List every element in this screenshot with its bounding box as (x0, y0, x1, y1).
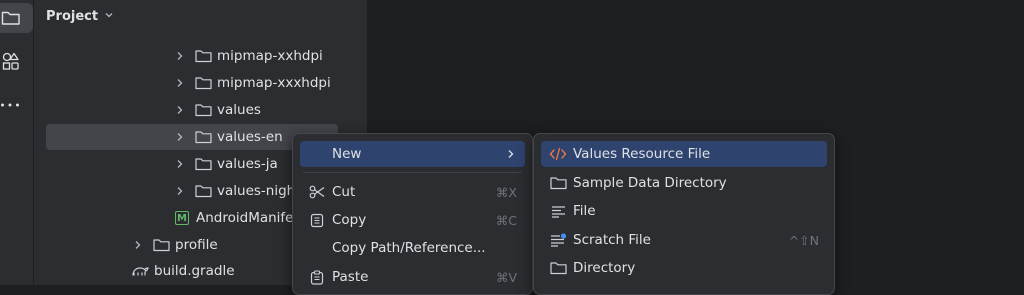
menu-item-copy-path[interactable]: Copy Path/Reference... (300, 235, 525, 261)
folder-icon (193, 103, 213, 117)
folder-icon (547, 176, 569, 190)
panel-title: Project (46, 9, 99, 24)
folder-icon (547, 261, 569, 275)
tree-item-label: profile (175, 237, 218, 253)
menu-item-label: Values Resource File (573, 146, 711, 162)
tree-item-label: mipmap-xxhdpi (217, 48, 323, 64)
folder-icon (1, 10, 21, 26)
tree-item-label: mipmap-xxxhdpi (217, 75, 331, 91)
menu-item-paste[interactable]: Paste ⌘V (300, 264, 525, 290)
tree-item-label: values-nigh (217, 183, 296, 199)
manifest-icon: M (172, 211, 192, 225)
scratch-file-icon (547, 233, 569, 247)
menu-separator (303, 172, 522, 173)
menu-item-directory[interactable]: Directory (541, 255, 827, 281)
folder-icon (193, 49, 213, 63)
folder-icon (193, 157, 213, 171)
shortcut-label: ⌘C (495, 212, 517, 228)
tree-item-label: values (217, 102, 261, 118)
shapes-icon (1, 51, 21, 71)
tool-window-strip (0, 0, 34, 285)
manifest-letter: M (175, 211, 189, 225)
tree-row-mipmap-xxxhdpi[interactable]: mipmap-xxxhdpi (46, 70, 367, 96)
resource-manager-tool-button[interactable] (0, 46, 33, 76)
menu-item-label: File (573, 203, 596, 219)
folder-icon (193, 76, 213, 90)
tree-item-label: build.gradle (154, 263, 235, 279)
chevron-right-icon[interactable] (172, 51, 188, 61)
tree-item-label: AndroidManife (196, 210, 294, 226)
menu-item-sample-data-directory[interactable]: Sample Data Directory (541, 170, 827, 196)
context-menu: New Cut ⌘X Copy ⌘C Copy Path/Reference..… (292, 133, 533, 295)
chevron-right-icon[interactable] (172, 186, 188, 196)
tree-item-label: values-ja (217, 156, 278, 172)
tree-item-label: values-en (217, 129, 283, 145)
more-icon (0, 102, 20, 108)
chevron-right-icon[interactable] (172, 78, 188, 88)
shortcut-label: ^⇧N (788, 232, 819, 248)
menu-item-label: Sample Data Directory (573, 175, 727, 191)
chevron-right-icon[interactable] (172, 105, 188, 115)
menu-item-label: Paste (332, 269, 369, 285)
paste-icon (306, 269, 328, 285)
xml-code-icon (547, 147, 569, 161)
tree-row-mipmap-xxhdpi[interactable]: mipmap-xxhdpi (46, 43, 367, 69)
more-tools-button[interactable] (0, 90, 33, 120)
chevron-right-icon[interactable] (172, 159, 188, 169)
new-submenu: Values Resource File Sample Data Directo… (533, 133, 835, 295)
chevron-right-icon[interactable] (130, 240, 146, 250)
shortcut-label: ⌘V (495, 269, 517, 285)
folder-icon (193, 130, 213, 144)
menu-item-copy[interactable]: Copy ⌘C (300, 207, 525, 233)
menu-item-label: Copy Path/Reference... (332, 240, 486, 256)
folder-icon (193, 184, 213, 198)
shortcut-label: ⌘X (495, 184, 517, 200)
menu-item-label: Directory (573, 260, 636, 276)
menu-item-values-resource-file[interactable]: Values Resource File (541, 141, 827, 167)
menu-item-scratch-file[interactable]: Scratch File ^⇧N (541, 227, 827, 253)
text-file-icon (547, 205, 569, 218)
menu-item-cut[interactable]: Cut ⌘X (300, 179, 525, 205)
scissors-icon (306, 185, 328, 199)
project-view-selector[interactable]: Project (46, 9, 114, 24)
folder-icon (151, 238, 171, 252)
menu-item-label: Scratch File (573, 232, 651, 248)
menu-item-label: Cut (332, 184, 356, 200)
copy-icon (306, 213, 328, 228)
project-tool-button[interactable] (0, 3, 33, 33)
chevron-down-icon (104, 9, 114, 24)
tree-row-values[interactable]: values (46, 97, 367, 123)
menu-item-label: Copy (332, 212, 367, 228)
menu-item-label: New (332, 146, 362, 162)
chevron-right-icon[interactable] (172, 132, 188, 142)
menu-item-file[interactable]: File (541, 198, 827, 224)
submenu-arrow-icon (507, 149, 515, 159)
menu-item-new[interactable]: New (300, 141, 525, 167)
gradle-icon (130, 264, 150, 278)
